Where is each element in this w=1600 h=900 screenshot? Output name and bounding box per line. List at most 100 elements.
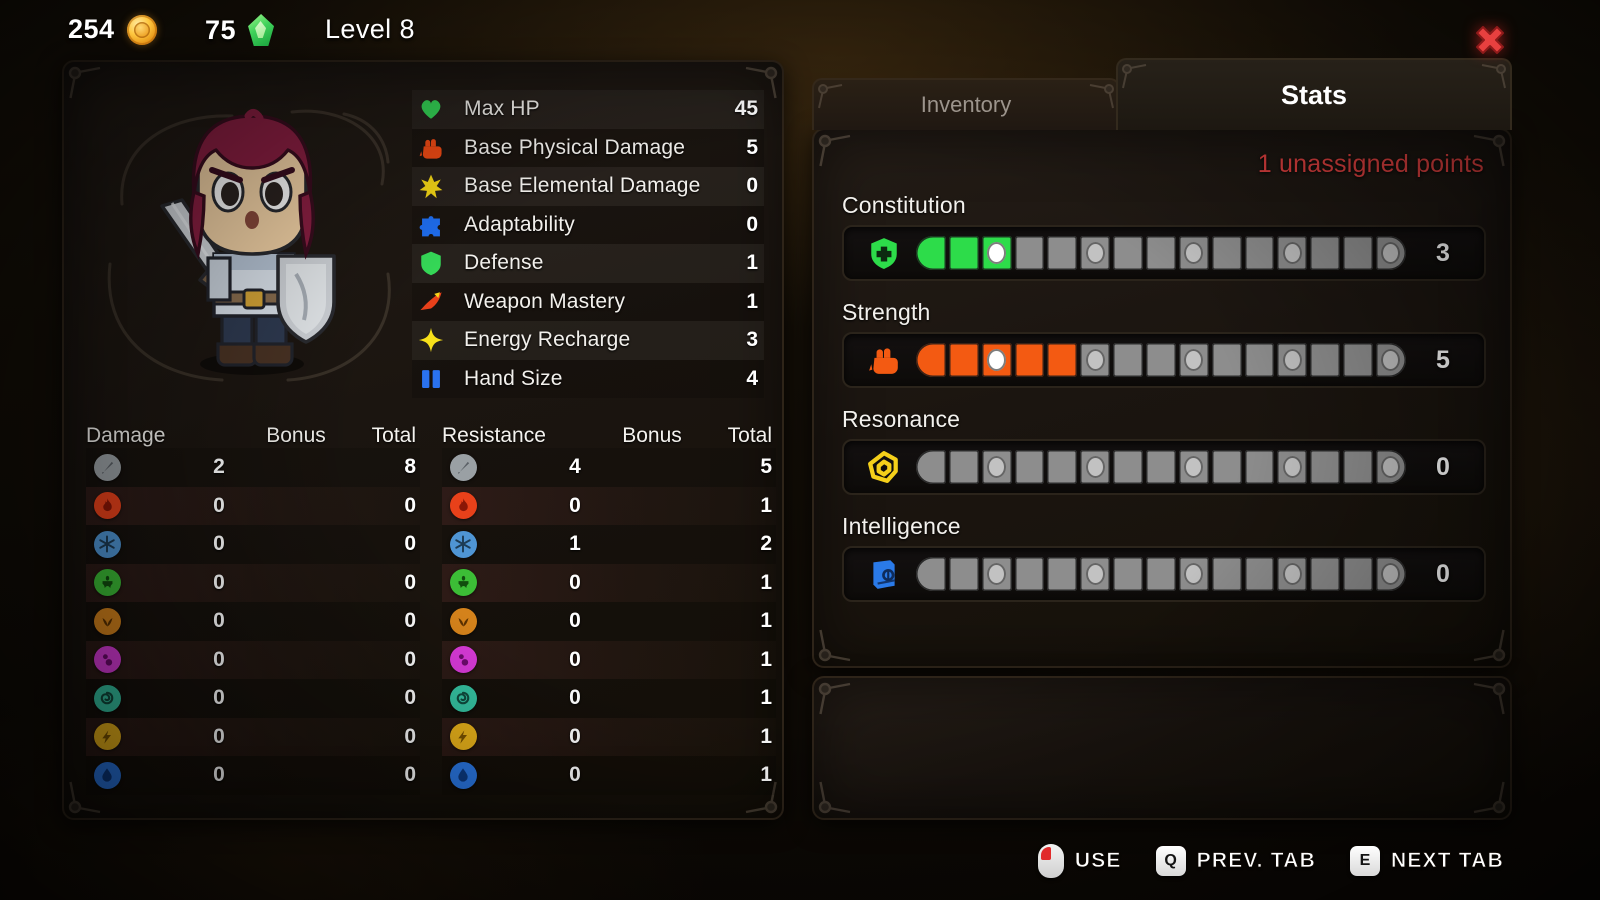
attribute-segment[interactable] xyxy=(1080,450,1111,484)
milestone-dot xyxy=(1184,242,1204,264)
attribute-segment[interactable] xyxy=(1014,557,1045,591)
tab-corner-ornament xyxy=(1082,82,1116,116)
attribute-constitution: Constitution 3 xyxy=(842,192,1486,281)
bonus-value: 0 xyxy=(213,686,225,710)
attribute-segment[interactable] xyxy=(1178,236,1209,270)
action-label: USE xyxy=(1074,849,1122,873)
table-row: 00 xyxy=(86,563,420,602)
total-value: 1 xyxy=(760,647,772,671)
close-button[interactable] xyxy=(1472,22,1508,58)
attribute-segment[interactable] xyxy=(916,557,946,591)
attribute-segment[interactable] xyxy=(1277,557,1308,591)
attribute-segments[interactable] xyxy=(910,450,1416,484)
attribute-segment[interactable] xyxy=(981,236,1012,270)
attribute-segment[interactable] xyxy=(1211,236,1242,270)
action-next-tab[interactable]: E NEXT TAB xyxy=(1349,846,1504,876)
attribute-segments[interactable] xyxy=(910,557,1416,591)
attribute-segment[interactable] xyxy=(916,236,946,270)
attribute-segment[interactable] xyxy=(916,343,946,377)
attribute-segment[interactable] xyxy=(1343,450,1374,484)
stat-value: 45 xyxy=(734,97,758,121)
bleed-icon xyxy=(449,607,477,635)
attribute-segment[interactable] xyxy=(1376,450,1406,484)
attribute-segment[interactable] xyxy=(1310,343,1341,377)
attribute-resonance: Resonance 0 xyxy=(842,406,1486,495)
attribute-segment[interactable] xyxy=(1113,236,1144,270)
attribute-segment[interactable] xyxy=(1277,236,1308,270)
attribute-segment[interactable] xyxy=(1178,450,1209,484)
attribute-segment[interactable] xyxy=(1343,343,1374,377)
attribute-segment[interactable] xyxy=(1244,557,1275,591)
attribute-bar[interactable]: 3 xyxy=(842,225,1486,281)
attribute-segment[interactable] xyxy=(1047,343,1078,377)
attribute-segment[interactable] xyxy=(1211,343,1242,377)
total-value: 5 xyxy=(760,455,772,479)
attribute-segment[interactable] xyxy=(1211,450,1242,484)
attribute-segment[interactable] xyxy=(948,343,979,377)
tab-stats[interactable]: Stats xyxy=(1116,58,1512,130)
stat-row: Base Elemental Damage 0 xyxy=(412,167,764,206)
milestone-dot xyxy=(1184,456,1204,478)
attribute-segment[interactable] xyxy=(1178,557,1209,591)
attribute-segment[interactable] xyxy=(1310,450,1341,484)
element-cell xyxy=(86,453,128,481)
attribute-segment[interactable] xyxy=(948,450,979,484)
attribute-segment[interactable] xyxy=(1343,236,1374,270)
tab-inventory[interactable]: Inventory xyxy=(812,78,1120,130)
attribute-segment[interactable] xyxy=(1146,236,1176,270)
attribute-segment[interactable] xyxy=(1244,343,1275,377)
attribute-segment[interactable] xyxy=(1146,343,1176,377)
action-prev-tab[interactable]: Q PREV. TAB xyxy=(1155,846,1316,876)
attribute-segment[interactable] xyxy=(1113,343,1144,377)
attribute-segment[interactable] xyxy=(1080,557,1111,591)
attribute-segment[interactable] xyxy=(1211,557,1242,591)
attribute-segment[interactable] xyxy=(1343,557,1374,591)
attribute-segment[interactable] xyxy=(948,236,979,270)
fire-icon xyxy=(449,492,477,520)
milestone-dot xyxy=(1085,349,1105,371)
attribute-segments[interactable] xyxy=(910,236,1416,270)
attribute-segment[interactable] xyxy=(1014,343,1045,377)
attribute-bar[interactable]: 0 xyxy=(842,439,1486,495)
attribute-segment[interactable] xyxy=(1310,557,1341,591)
attribute-segment[interactable] xyxy=(1146,557,1176,591)
attribute-segment[interactable] xyxy=(1014,450,1045,484)
attribute-segment[interactable] xyxy=(981,557,1012,591)
attribute-segment[interactable] xyxy=(1277,343,1308,377)
element-cell xyxy=(86,530,128,558)
attribute-segment[interactable] xyxy=(1244,236,1275,270)
attribute-segment[interactable] xyxy=(1014,236,1045,270)
attribute-segment[interactable] xyxy=(1146,450,1176,484)
attribute-segment[interactable] xyxy=(1376,236,1406,270)
water-icon xyxy=(449,761,477,789)
table-row: 00 xyxy=(86,602,420,641)
stat-label: Base Elemental Damage xyxy=(464,174,701,198)
attribute-segment[interactable] xyxy=(1310,236,1341,270)
attribute-segment[interactable] xyxy=(1113,557,1144,591)
attribute-segment[interactable] xyxy=(1376,343,1406,377)
attribute-segment[interactable] xyxy=(1047,236,1078,270)
attribute-segment[interactable] xyxy=(916,450,946,484)
attribute-segment[interactable] xyxy=(1080,343,1111,377)
attribute-segments[interactable] xyxy=(910,343,1416,377)
bonus-value: 0 xyxy=(569,686,581,710)
attribute-bar[interactable]: 0 xyxy=(842,546,1486,602)
attribute-segment[interactable] xyxy=(981,343,1012,377)
attribute-segment[interactable] xyxy=(948,557,979,591)
ice-icon xyxy=(449,530,477,558)
attribute-segment[interactable] xyxy=(1047,450,1078,484)
attribute-segment[interactable] xyxy=(981,450,1012,484)
action-use[interactable]: USE xyxy=(1037,844,1122,878)
attribute-segment[interactable] xyxy=(1244,450,1275,484)
attribute-segment[interactable] xyxy=(1113,450,1144,484)
attribute-segment[interactable] xyxy=(1080,236,1111,270)
panel-corner-ornament xyxy=(1462,770,1508,816)
attribute-segment[interactable] xyxy=(1277,450,1308,484)
attribute-segment[interactable] xyxy=(1178,343,1209,377)
total-value: 1 xyxy=(760,686,772,710)
attribute-bar[interactable]: 5 xyxy=(842,332,1486,388)
attribute-segment[interactable] xyxy=(1376,557,1406,591)
milestone-dot xyxy=(1085,242,1105,264)
attribute-segment[interactable] xyxy=(1047,557,1078,591)
shield-icon xyxy=(412,250,450,276)
